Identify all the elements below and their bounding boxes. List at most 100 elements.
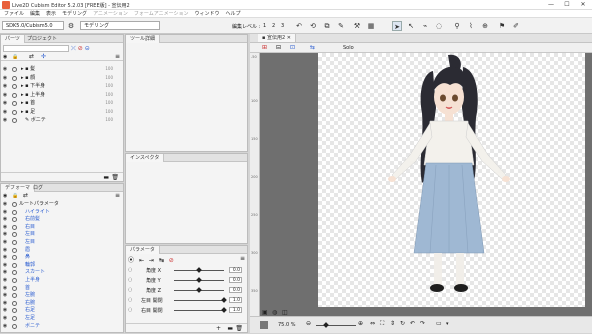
rotate-left-icon[interactable]: ↶	[410, 320, 415, 327]
delete-key-icon[interactable]: ⊘	[169, 257, 174, 264]
pen-icon[interactable]: ✎	[336, 21, 346, 31]
checker-toggle-icon[interactable]	[260, 321, 268, 329]
param-slider-knob[interactable]	[221, 297, 227, 303]
param-value[interactable]: 0.0	[229, 277, 242, 283]
lasso-icon[interactable]: ◌	[434, 21, 444, 31]
eye-icon[interactable]: ◉	[2, 116, 8, 125]
fit-height-icon[interactable]: ⇕	[390, 320, 395, 327]
tab-project[interactable]: プロジェクト	[23, 35, 61, 43]
arrow-tool-icon[interactable]: ➤	[392, 21, 402, 31]
hamburger-icon[interactable]: ≡	[115, 192, 120, 199]
lock-toggle[interactable]	[12, 67, 17, 72]
list-item[interactable]: ◉ ✎ ボニテ 100	[1, 116, 123, 125]
list-item[interactable]: ◉ ▸ ▪ 首 100	[1, 99, 123, 108]
lock-toggle[interactable]	[12, 109, 17, 115]
parts-search-input[interactable]	[3, 45, 69, 52]
menu-help[interactable]: ヘルプ	[226, 10, 241, 17]
brush-tool-icon[interactable]: ⌁	[420, 21, 430, 31]
list-item[interactable]: ◉ ▸ ▪ 顔 100	[1, 74, 123, 83]
mode-select[interactable]: モデリング	[80, 21, 160, 30]
grid-icon[interactable]: ▦	[366, 21, 376, 31]
filter-toggle-icon[interactable]: ⇄	[23, 192, 28, 199]
param-slider-knob[interactable]	[221, 307, 227, 313]
hamburger-icon[interactable]: ≡	[240, 255, 245, 262]
layers-icon[interactable]: ⇆	[310, 44, 315, 51]
tab-tool-details[interactable]: ツール詳細	[126, 35, 161, 43]
new-part-icon[interactable]: ⇄	[29, 53, 34, 60]
zoom-slider-knob[interactable]	[323, 322, 329, 328]
zoom-out-icon[interactable]: ⊖	[306, 320, 311, 327]
key-in-icon[interactable]: ⇥	[149, 257, 154, 264]
eye-icon[interactable]: ◉	[2, 82, 8, 91]
texture-atlas-icon[interactable]: ⊞	[262, 44, 267, 51]
mesh-view-icon[interactable]: ⊡	[290, 44, 295, 51]
lock-toggle[interactable]	[12, 101, 17, 106]
pipette-icon[interactable]: ✐	[511, 21, 521, 31]
menu-edit[interactable]: 編集	[30, 10, 40, 17]
lock-toggle[interactable]	[12, 118, 17, 123]
reset-view-icon[interactable]: ↻	[400, 320, 405, 327]
model-canvas[interactable]	[318, 53, 585, 307]
pin-brush-icon[interactable]: ⚑	[497, 21, 507, 31]
list-item[interactable]: ◉ ▸ ▪ 上半身 100	[1, 91, 123, 100]
param-row[interactable]: ◌ 右目 開閉 1.0	[126, 305, 247, 315]
direct-select-icon[interactable]: ↖	[406, 21, 416, 31]
list-item[interactable]: ◉ ▸ ▪ 髪 100	[1, 65, 123, 74]
param-row[interactable]: ◌ 角度 X 0.0	[126, 265, 247, 275]
tab-parts[interactable]: パーツ	[1, 35, 25, 43]
menu-file[interactable]: ファイル	[4, 10, 24, 17]
param-row[interactable]: ◌ 左目 開閉 1.0	[126, 295, 247, 305]
param-value[interactable]: 1.0	[229, 307, 242, 313]
palette-icon[interactable]: ◍	[272, 309, 277, 316]
close-button[interactable]: ✕	[576, 1, 590, 9]
camera-icon[interactable]: ▣	[262, 309, 268, 316]
rotate-right-icon[interactable]: ↷	[420, 320, 425, 327]
eye-icon[interactable]: ◉	[2, 108, 8, 117]
view-mode-icon[interactable]: ▭	[436, 320, 442, 327]
param-slider-knob[interactable]	[196, 287, 202, 293]
param-slider-knob[interactable]	[196, 277, 202, 283]
tab-inspector[interactable]: インスペクタ	[126, 154, 165, 162]
menu-view[interactable]: 表示	[46, 10, 56, 17]
link-icon[interactable]: ⤫	[71, 45, 76, 52]
maximize-button[interactable]: ☐	[560, 1, 574, 9]
fit-width-icon[interactable]: ⇔	[370, 320, 375, 327]
param-value[interactable]: 0.0	[229, 267, 242, 273]
key-out-icon[interactable]: ↹	[159, 257, 164, 264]
pin-tool-icon[interactable]: ⚲	[452, 21, 462, 31]
zoom-value[interactable]: 75.0 %	[278, 322, 295, 328]
edit-level-1[interactable]: 1	[263, 23, 266, 29]
param-slider-knob[interactable]	[196, 267, 202, 273]
param-value[interactable]: 1.0	[229, 297, 242, 303]
deform-brush-icon[interactable]: ⌇	[466, 21, 476, 31]
eye-icon[interactable]: ◉	[2, 74, 8, 83]
menu-window[interactable]: ウィンドウ	[195, 10, 220, 17]
menu-modeling[interactable]: モデリング	[62, 10, 87, 17]
eye-icon[interactable]: ◉	[2, 91, 8, 100]
filter-icon[interactable]: ⊘	[78, 45, 83, 52]
add-icon[interactable]: ✢	[41, 53, 46, 60]
edit-level-2[interactable]: 2	[272, 23, 275, 29]
folder-icon[interactable]: ▬	[103, 174, 109, 181]
lock-icon[interactable]: ⊝	[85, 45, 90, 52]
list-item[interactable]: ◉ ▸ ▪ 下半身 100	[1, 82, 123, 91]
eye-icon[interactable]: ◉	[2, 65, 8, 74]
param-value[interactable]: 0.0	[229, 287, 242, 293]
param-row[interactable]: ◌ 角度 Y 0.0	[126, 275, 247, 285]
list-item[interactable]: ◉ ボニテ	[1, 322, 123, 331]
lock-toggle[interactable]	[12, 75, 17, 81]
undo-icon[interactable]: ↶	[294, 21, 304, 31]
view-mode-dropdown-icon[interactable]: ▾	[446, 321, 449, 327]
param-slider[interactable]	[174, 310, 224, 311]
gear-icon[interactable]: ⚙	[66, 21, 76, 31]
trash-icon[interactable]: 🗑	[235, 325, 243, 332]
key-icon[interactable]: ⇤	[139, 257, 144, 264]
rotate-icon[interactable]: ⟲	[308, 21, 318, 31]
tab-canvas-doc[interactable]: ▪ 宣伝用2 ✕	[258, 34, 296, 42]
fit-screen-icon[interactable]: ⛶	[380, 320, 384, 328]
link-params-icon[interactable]: ⦿	[128, 257, 134, 264]
tab-log[interactable]: ログ	[29, 184, 47, 192]
zoom-in-icon[interactable]: ⊕	[358, 320, 363, 327]
menu-form-animation[interactable]: フォームアニメーション	[134, 10, 189, 17]
param-row[interactable]: ◌ 角度 Z 0.0	[126, 285, 247, 295]
